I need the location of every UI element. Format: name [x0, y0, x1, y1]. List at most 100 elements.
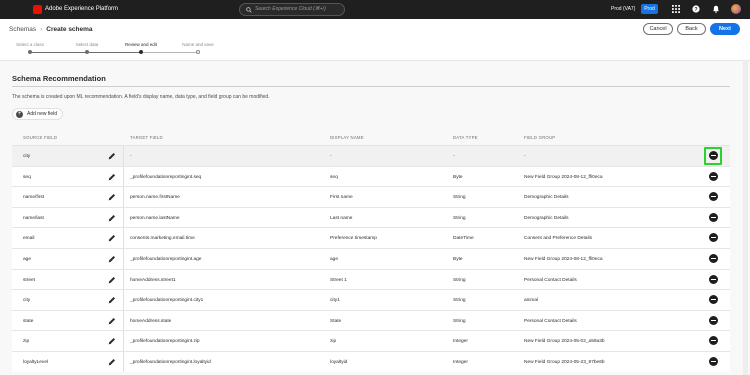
remove-field-icon[interactable]	[709, 253, 718, 263]
back-button[interactable]: Back	[677, 23, 706, 35]
edit-pencil-icon[interactable]	[108, 234, 116, 242]
avatar[interactable]	[731, 4, 741, 14]
display-name-cell[interactable]: loyaltyid	[330, 359, 347, 366]
table-row[interactable]: city _profilefoundationreportingint.city1…	[12, 289, 730, 310]
edit-pencil-icon[interactable]	[108, 255, 116, 263]
table-row[interactable]: loyaltyLevel _profilefoundationreportingi…	[12, 350, 730, 372]
data-type-cell[interactable]: Byte	[453, 174, 463, 181]
target-field-cell[interactable]: -	[130, 153, 132, 160]
table-row[interactable]: seq _profilefoundationreportingint.seq seq…	[12, 165, 730, 187]
search-input[interactable]: Search Experience Cloud (⌘+/)	[239, 3, 345, 16]
data-type-cell[interactable]: String	[453, 194, 466, 201]
field-group-cell[interactable]: Consent and Preference Details	[524, 235, 592, 242]
display-name-cell[interactable]: -	[330, 153, 332, 160]
data-type-cell[interactable]: Integer	[453, 338, 468, 345]
data-type-cell[interactable]: String	[453, 297, 466, 304]
target-field-cell[interactable]: _profilefoundationreportingint.city1	[130, 297, 203, 304]
org-switcher[interactable]: Prod (VA7)	[611, 6, 635, 13]
add-new-field-button[interactable]: + Add new field	[12, 108, 64, 120]
source-field-cell: email	[23, 236, 35, 242]
display-name-cell[interactable]: age	[330, 256, 338, 263]
display-name-cell[interactable]: zip	[330, 338, 336, 345]
data-type-cell[interactable]: String	[453, 318, 466, 325]
display-name-cell[interactable]: Preference timestamp	[330, 235, 377, 242]
remove-field-icon[interactable]	[709, 295, 718, 305]
field-group-cell[interactable]: Demographic Details	[524, 215, 569, 222]
edit-pencil-icon[interactable]	[108, 317, 116, 325]
app-brand-name[interactable]: Adobe Experience Platform	[45, 4, 118, 14]
column-header-data-type[interactable]: DATA TYPE	[453, 135, 478, 141]
remove-field-icon[interactable]	[709, 212, 718, 222]
display-name-cell[interactable]: seq	[330, 174, 338, 181]
table-row[interactable]: city - - - -	[12, 145, 730, 166]
display-name-cell[interactable]: Street 1	[330, 277, 347, 284]
column-header-source-field[interactable]: SOURCE FIELD	[23, 135, 57, 141]
edit-pencil-icon[interactable]	[108, 276, 116, 284]
edit-pencil-icon[interactable]	[108, 152, 116, 160]
column-header-display-name[interactable]: DISPLAY NAME	[330, 135, 364, 141]
target-field-cell[interactable]: homeAddress.street1	[130, 277, 176, 284]
next-button[interactable]: Next	[710, 23, 740, 35]
environment-badge[interactable]: Prod	[641, 4, 658, 14]
source-field-cell: zip	[23, 339, 30, 345]
target-field-cell[interactable]: person.name.lastName	[130, 215, 180, 222]
field-group-cell[interactable]: -	[524, 153, 526, 160]
data-type-cell[interactable]: DateTime	[453, 235, 474, 242]
field-group-cell[interactable]: Personal Contact Details	[524, 318, 577, 325]
cancel-button[interactable]: Cancel	[643, 23, 673, 35]
edit-pencil-icon[interactable]	[108, 296, 116, 304]
display-name-cell[interactable]: State	[330, 318, 341, 325]
edit-pencil-icon[interactable]	[108, 358, 116, 366]
table-row[interactable]: age _profilefoundationreportingint.age age…	[12, 247, 730, 269]
display-name-cell[interactable]: city1	[330, 297, 340, 304]
field-group-cell[interactable]: animal	[524, 297, 538, 304]
target-field-cell[interactable]: person.name.firstName	[130, 194, 180, 201]
edit-pencil-icon[interactable]	[108, 214, 116, 222]
target-field-cell[interactable]: _profilefoundationreportingint.loyaltyid	[130, 359, 211, 366]
wizard-stepper: Select a class Select data Review and ed…	[0, 42, 750, 58]
data-type-cell[interactable]: -	[453, 153, 455, 160]
target-field-cell[interactable]: _profilefoundationreportingint.zip	[130, 338, 200, 345]
table-row[interactable]: state homeAddress.state State String Persona…	[12, 309, 730, 331]
adobe-logo-icon[interactable]	[33, 5, 42, 14]
page-scrollbar[interactable]	[743, 60, 748, 375]
remove-field-icon[interactable]	[709, 171, 718, 181]
target-field-cell[interactable]: _profilefoundationreportingint.seq	[130, 174, 201, 181]
data-type-cell[interactable]: String	[453, 215, 466, 222]
table-row[interactable]: name/last person.name.lastName Last name St…	[12, 206, 730, 228]
table-row[interactable]: zip _profilefoundationreportingint.zip zip…	[12, 330, 730, 351]
data-type-cell[interactable]: Byte	[453, 256, 463, 263]
remove-field-icon[interactable]	[709, 356, 718, 366]
notifications-bell-icon[interactable]	[712, 5, 720, 13]
display-name-cell[interactable]: Last name	[330, 215, 352, 222]
table-row[interactable]: street homeAddress.street1 Street 1 String P…	[12, 268, 730, 290]
field-group-cell[interactable]: New Field Group 2024-08-12_ffi0eca	[524, 256, 603, 263]
apps-grid-icon[interactable]	[672, 5, 680, 13]
remove-field-icon[interactable]	[709, 274, 718, 284]
field-group-cell[interactable]: Demographic Details	[524, 194, 569, 201]
table-row[interactable]: email consents.marketing.email.time Prefer…	[12, 227, 730, 248]
breadcrumb-link-schemas[interactable]: Schemas	[9, 26, 36, 33]
edit-pencil-icon[interactable]	[108, 193, 116, 201]
help-icon[interactable]: ?	[692, 5, 700, 13]
data-type-cell[interactable]: Integer	[453, 359, 468, 366]
remove-field-icon[interactable]	[709, 315, 718, 325]
remove-field-icon[interactable]	[709, 233, 718, 243]
display-name-cell[interactable]: First name	[330, 194, 353, 201]
target-field-cell[interactable]: homeAddress.state	[130, 318, 171, 325]
data-type-cell[interactable]: String	[453, 277, 466, 284]
field-group-cell[interactable]: New Field Group 2024-05-23_97be6b	[524, 359, 605, 366]
edit-pencil-icon[interactable]	[108, 173, 116, 181]
remove-field-highlight	[704, 147, 722, 165]
edit-pencil-icon[interactable]	[108, 337, 116, 345]
remove-field-icon[interactable]	[709, 336, 718, 346]
column-header-target-field[interactable]: TARGET FIELD	[130, 135, 163, 141]
remove-field-icon[interactable]	[709, 192, 718, 202]
target-field-cell[interactable]: consents.marketing.email.time	[130, 235, 195, 242]
field-group-cell[interactable]: Personal Contact Details	[524, 277, 577, 284]
field-group-cell[interactable]: New Field Group 2024-05-02_a59a3b	[524, 338, 605, 345]
table-row[interactable]: name/first person.name.firstName First nam…	[12, 186, 730, 207]
field-group-cell[interactable]: New Field Group 2024-08-12_ffi0eca	[524, 174, 603, 181]
column-header-field-group[interactable]: FIELD GROUP	[524, 135, 555, 141]
target-field-cell[interactable]: _profilefoundationreportingint.age	[130, 256, 201, 263]
